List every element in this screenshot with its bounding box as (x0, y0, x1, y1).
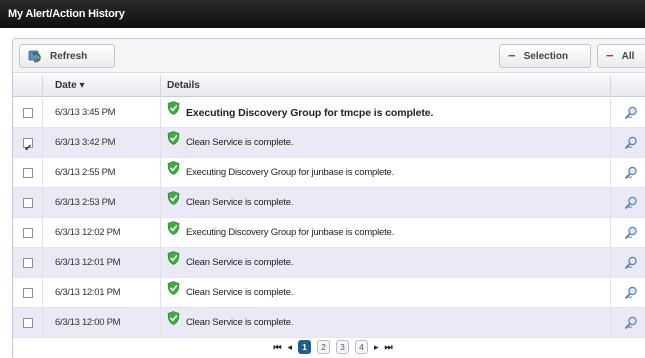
row-action-cell (611, 98, 645, 128)
shield-check-icon (167, 220, 180, 246)
row-details: Clean Service is complete. (161, 308, 611, 338)
row-checkbox-cell (13, 158, 43, 188)
view-details-icon[interactable] (623, 255, 639, 271)
row-details-text: Executing Discovery Group for junbase is… (186, 167, 395, 178)
row-checkbox[interactable] (23, 198, 33, 208)
table-header: Date ▾ Details (13, 75, 645, 97)
table-row[interactable]: 6/3/13 12:00 PM Clean Service is complete… (13, 308, 645, 338)
last-page-icon[interactable]: ⏭ (385, 342, 393, 353)
selection-label: Selection (523, 50, 569, 62)
column-details[interactable]: Details (161, 75, 611, 97)
page-button[interactable]: 2 (317, 340, 330, 354)
row-details-text: Clean Service is complete. (186, 287, 294, 298)
row-action-cell (611, 278, 645, 308)
toolbar: Refresh − Selection − All (13, 39, 645, 73)
row-action-cell (611, 158, 645, 188)
row-details-text: Clean Service is complete. (186, 197, 294, 208)
row-action-cell (611, 218, 645, 248)
all-label: All (621, 50, 635, 62)
page-buttons: 1234 (298, 340, 368, 354)
view-details-icon[interactable] (623, 165, 639, 181)
page-button[interactable]: 3 (336, 340, 349, 354)
row-date: 6/3/13 2:53 PM (43, 188, 161, 218)
row-details-text: Executing Discovery Group for junbase is… (186, 227, 395, 238)
window-title: My Alert/Action History (0, 0, 645, 28)
row-action-cell (611, 188, 645, 218)
row-action-cell (611, 128, 645, 158)
row-checkbox-cell (13, 98, 43, 128)
view-details-icon[interactable] (623, 105, 639, 121)
table-row[interactable]: 6/3/13 12:01 PM Clean Service is complete… (13, 278, 645, 308)
row-checkbox-cell (13, 278, 43, 308)
row-details-text: Clean Service is complete. (186, 137, 294, 148)
row-date: 6/3/13 12:02 PM (43, 218, 161, 248)
page-button[interactable]: 4 (355, 340, 368, 354)
row-details: Executing Discovery Group for junbase is… (161, 218, 611, 248)
row-date: 6/3/13 2:55 PM (43, 158, 161, 188)
table-row[interactable]: 6/3/13 2:53 PM Clean Service is complete. (13, 188, 645, 218)
pagination: ⏮ ◂ 1234 ▸ ⏭ (13, 335, 645, 358)
row-date: 6/3/13 12:00 PM (43, 308, 161, 338)
shield-check-icon (167, 310, 180, 336)
shield-check-icon (167, 280, 180, 306)
shield-check-icon (167, 250, 180, 276)
header-actions-column (611, 75, 645, 97)
first-page-icon[interactable]: ⏮ (273, 342, 281, 353)
view-details-icon[interactable] (623, 195, 639, 211)
refresh-label: Refresh (50, 50, 88, 62)
row-checkbox-cell (13, 188, 43, 218)
row-details-text: Clean Service is complete. (186, 317, 294, 328)
row-date: 6/3/13 12:01 PM (43, 248, 161, 278)
minus-icon: − (606, 48, 614, 63)
row-checkbox[interactable] (23, 228, 33, 238)
row-checkbox-cell (13, 308, 43, 338)
header-checkbox-column (13, 75, 43, 97)
row-checkbox-cell (13, 218, 43, 248)
shield-check-icon (167, 130, 180, 156)
row-checkbox[interactable] (23, 318, 33, 328)
row-details: Clean Service is complete. (161, 278, 611, 308)
prev-page-icon[interactable]: ◂ (287, 342, 292, 353)
alert-history-panel: Refresh − Selection − All Date ▾ Details… (12, 38, 645, 358)
row-date: 6/3/13 12:01 PM (43, 278, 161, 308)
row-date: 6/3/13 3:42 PM (43, 128, 161, 158)
view-details-icon[interactable] (623, 225, 639, 241)
view-details-icon[interactable] (623, 285, 639, 301)
page-button[interactable]: 1 (298, 340, 311, 354)
remove-all-button[interactable]: − All (597, 44, 645, 68)
remove-selection-button[interactable]: − Selection (499, 44, 591, 68)
shield-check-icon (167, 190, 180, 216)
shield-check-icon (167, 100, 180, 126)
row-details: Clean Service is complete. (161, 188, 611, 218)
table-row[interactable]: ✔ 6/3/13 3:42 PM Clean Service is complete… (13, 128, 645, 158)
row-details-text: Executing Discovery Group for tmcpe is c… (186, 107, 434, 119)
shield-check-icon (167, 160, 180, 186)
row-action-cell (611, 308, 645, 338)
row-date: 6/3/13 3:45 PM (43, 98, 161, 128)
minus-icon: − (508, 48, 516, 63)
table-row[interactable]: 6/3/13 12:02 PM Executing Discovery Group… (13, 218, 645, 248)
row-details: Clean Service is complete. (161, 128, 611, 158)
refresh-icon (28, 49, 42, 63)
next-page-icon[interactable]: ▸ (374, 342, 379, 353)
refresh-button[interactable]: Refresh (19, 44, 115, 68)
row-checkbox[interactable]: ✔ (23, 138, 33, 154)
table-row[interactable]: 6/3/13 2:55 PM Executing Discovery Group … (13, 158, 645, 188)
table-row[interactable]: 6/3/13 3:45 PM Executing Discovery Group … (13, 98, 645, 128)
row-checkbox-cell (13, 248, 43, 278)
row-details-text: Clean Service is complete. (186, 257, 294, 268)
view-details-icon[interactable] (623, 135, 639, 151)
row-checkbox[interactable] (23, 288, 33, 298)
view-details-icon[interactable] (623, 315, 639, 331)
row-checkbox-cell: ✔ (13, 128, 43, 158)
column-date[interactable]: Date ▾ (43, 75, 161, 97)
row-details: Executing Discovery Group for junbase is… (161, 158, 611, 188)
row-checkbox[interactable] (23, 108, 33, 118)
row-details: Executing Discovery Group for tmcpe is c… (161, 98, 611, 128)
row-details: Clean Service is complete. (161, 248, 611, 278)
row-action-cell (611, 248, 645, 278)
table-row[interactable]: 6/3/13 12:01 PM Clean Service is complete… (13, 248, 645, 278)
row-checkbox[interactable] (23, 168, 33, 178)
row-checkbox[interactable] (23, 258, 33, 268)
